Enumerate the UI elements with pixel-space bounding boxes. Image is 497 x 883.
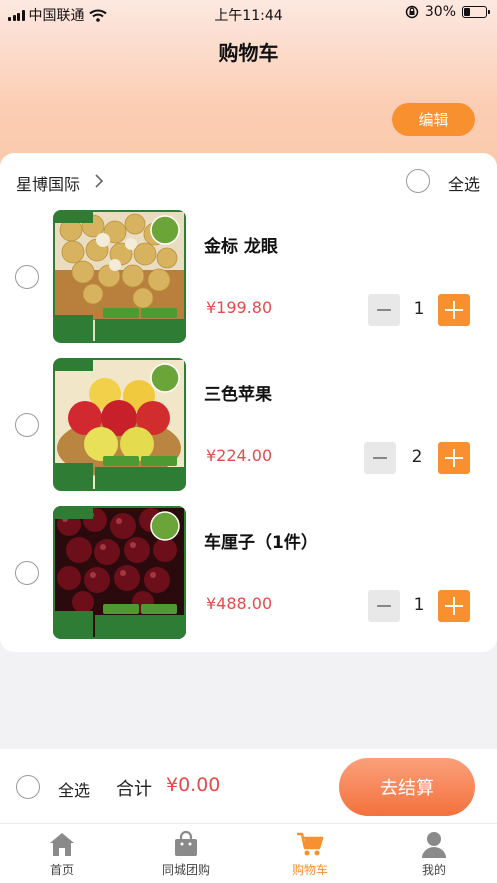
increase-quantity-button[interactable] xyxy=(438,590,470,622)
minus-icon xyxy=(377,309,391,311)
orientation-lock-icon xyxy=(405,5,419,19)
product-image[interactable] xyxy=(53,210,186,343)
cart-item: 车厘子（1件） ¥488.00 1 xyxy=(0,506,497,646)
tab-label: 同城团购 xyxy=(161,863,210,877)
product-name[interactable]: 三色苹果 xyxy=(204,380,272,405)
shop-header: 星博国际 全选 xyxy=(0,153,497,209)
minus-icon xyxy=(373,457,387,459)
edit-button[interactable]: 编辑 xyxy=(392,103,475,136)
footer-select-all-label[interactable]: 全选 xyxy=(58,777,90,801)
product-price: ¥224.00 xyxy=(206,446,273,465)
product-image[interactable] xyxy=(53,358,186,491)
user-icon xyxy=(422,832,446,858)
tab-label: 我的 xyxy=(421,863,446,877)
home-icon xyxy=(50,833,74,856)
decrease-quantity-button[interactable] xyxy=(364,442,396,474)
checkout-button[interactable]: 去结算 xyxy=(339,758,475,816)
decrease-quantity-button[interactable] xyxy=(368,590,400,622)
increase-quantity-button[interactable] xyxy=(438,294,470,326)
product-image[interactable] xyxy=(53,506,186,639)
chevron-right-icon[interactable] xyxy=(92,173,106,189)
page-title: 购物车 xyxy=(218,41,279,65)
checkout-bar: 全选 合计 ¥0.00 去结算 xyxy=(0,749,497,823)
item-select-radio[interactable] xyxy=(15,413,39,437)
status-bar: 中国联通 上午11:44 30% xyxy=(0,0,497,26)
tab-home[interactable]: 首页 xyxy=(0,824,124,883)
tab-label: 首页 xyxy=(49,863,74,877)
total-value: ¥0.00 xyxy=(166,774,221,796)
total-label: 合计 xyxy=(116,779,152,800)
decrease-quantity-button[interactable] xyxy=(368,294,400,326)
tab-bar: 首页 同城团购 购物车 我的 xyxy=(0,823,497,883)
item-select-radio[interactable] xyxy=(15,265,39,289)
tab-cart[interactable]: 购物车 xyxy=(248,824,372,883)
shop-select-all-radio[interactable] xyxy=(406,169,430,193)
shop-name[interactable]: 星博国际 xyxy=(16,171,80,195)
product-price: ¥199.80 xyxy=(206,298,273,317)
minus-icon xyxy=(377,605,391,607)
cart-card: 星博国际 全选 金标 龙眼 ¥199.80 1 三色苹果 ¥224.00 2 车… xyxy=(0,153,497,652)
product-name[interactable]: 金标 龙眼 xyxy=(204,232,278,257)
shopping-bag-icon xyxy=(175,830,197,856)
cart-icon xyxy=(297,832,324,856)
tab-group-buy[interactable]: 同城团购 xyxy=(124,824,248,883)
battery-percent: 30% xyxy=(424,4,456,20)
product-price: ¥488.00 xyxy=(206,594,273,613)
tab-profile[interactable]: 我的 xyxy=(372,824,496,883)
quantity-value: 1 xyxy=(413,299,425,319)
battery-icon xyxy=(462,6,490,18)
quantity-value: 2 xyxy=(411,447,423,467)
shop-select-all-label[interactable]: 全选 xyxy=(448,171,480,195)
item-select-radio[interactable] xyxy=(15,561,39,585)
cart-item: 金标 龙眼 ¥199.80 1 xyxy=(0,210,497,350)
footer-select-all-radio[interactable] xyxy=(16,775,40,799)
product-name[interactable]: 车厘子（1件） xyxy=(204,528,318,553)
quantity-value: 1 xyxy=(413,595,425,615)
tab-label: 购物车 xyxy=(291,863,328,877)
increase-quantity-button[interactable] xyxy=(438,442,470,474)
cart-item: 三色苹果 ¥224.00 2 xyxy=(0,358,497,498)
